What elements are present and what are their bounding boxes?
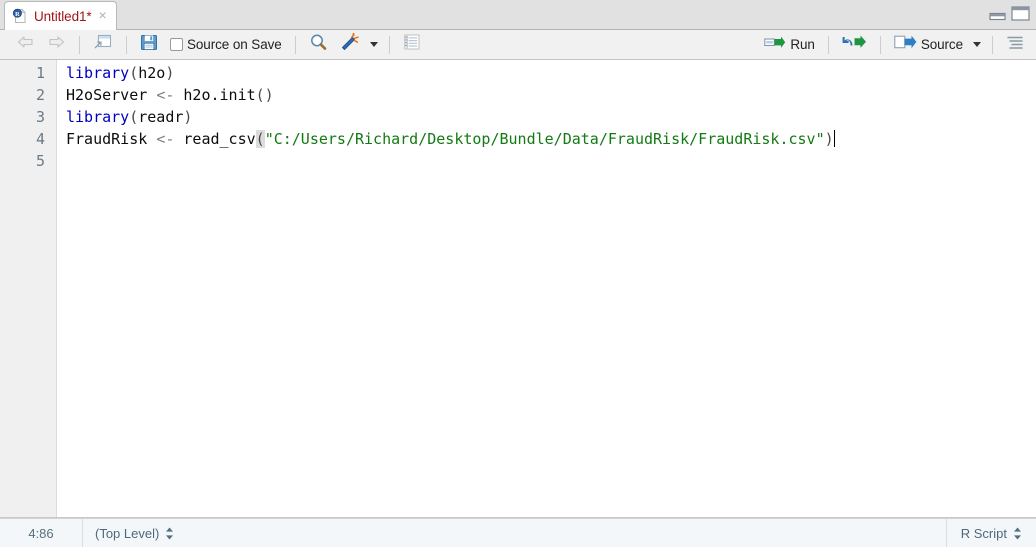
code-token: read_csv (174, 130, 256, 148)
line-number: 3 (35, 108, 45, 126)
code-token: readr (138, 108, 184, 126)
code-line: library(h2o) (66, 62, 1036, 84)
code-text-area[interactable]: library(h2o) H2oServer <- h2o.init() libra… (57, 60, 1036, 517)
code-tools-button[interactable] (334, 32, 366, 57)
back-button[interactable] (10, 33, 41, 57)
code-token: h2o.init (174, 86, 256, 104)
line-number: 1 (35, 64, 45, 82)
code-token: ( (129, 64, 139, 82)
run-button[interactable]: Run (758, 33, 820, 57)
compile-report-button[interactable] (397, 33, 427, 57)
find-replace-button[interactable] (303, 33, 334, 57)
forward-arrow-icon (47, 34, 66, 55)
r-script-file-icon: R (12, 8, 28, 24)
show-in-new-window-icon (93, 33, 113, 56)
toolbar-divider (126, 35, 127, 54)
code-tools-dropdown-caret[interactable] (369, 42, 378, 47)
source-arrow-icon (894, 34, 917, 55)
magic-wand-icon (340, 32, 360, 57)
rstudio-source-pane: R Untitled1* × Source on Save Run Source… (0, 0, 1036, 547)
code-token: h2o (138, 64, 166, 82)
editor-tab-title: Untitled1* (34, 8, 92, 24)
editor-tab-bar: R Untitled1* × (0, 0, 1036, 30)
document-type-selector[interactable]: R Script (945, 518, 1036, 547)
code-token: "C:/Users/Richard/Desktop/Bundle/Data/Fr… (264, 130, 825, 148)
line-number: 5 (35, 152, 45, 170)
code-line: H2oServer <- h2o.init() (66, 84, 1036, 106)
save-floppy-icon (140, 33, 158, 56)
compile-notebook-icon (403, 33, 421, 56)
minimize-pane-icon[interactable] (989, 7, 1006, 26)
run-label: Run (790, 37, 815, 52)
search-magnifier-icon (309, 33, 328, 57)
scope-selector[interactable]: (Top Level) (83, 519, 184, 547)
show-in-new-window-button[interactable] (87, 33, 119, 57)
source-dropdown-caret[interactable] (973, 42, 981, 47)
run-arrow-icon (764, 35, 786, 55)
code-token: ) (165, 64, 175, 82)
save-button[interactable] (134, 33, 164, 57)
toolbar-divider (79, 35, 80, 54)
toolbar-divider (992, 35, 993, 54)
cursor-position: 4:86 (0, 518, 83, 547)
rerun-button[interactable] (836, 33, 873, 57)
toolbar-divider (388, 35, 390, 54)
code-token: ( (255, 130, 265, 148)
rerun-loop-icon (842, 34, 867, 55)
toolbar-divider (879, 35, 881, 54)
document-type-label: R Script (960, 525, 1007, 541)
toolbar-divider (294, 35, 296, 54)
code-token: library (66, 108, 130, 126)
code-token: <- (156, 130, 175, 148)
code-token: ) (824, 130, 834, 148)
source-button[interactable]: Source (888, 33, 969, 57)
code-token: FraudRisk (66, 130, 157, 148)
forward-button[interactable] (41, 33, 72, 57)
source-on-save-toggle[interactable]: Source on Save (164, 33, 288, 57)
text-cursor (833, 130, 835, 147)
source-label: Source (920, 37, 963, 52)
code-token: <- (156, 86, 175, 104)
code-line: library(readr) (66, 106, 1036, 128)
code-token: H2oServer (66, 86, 157, 104)
line-number-gutter: 1 2 3 4 5 (0, 60, 57, 517)
code-token: () (255, 86, 274, 104)
document-outline-button[interactable] (1000, 33, 1030, 57)
code-token: ) (183, 108, 193, 126)
code-token: library (66, 64, 130, 82)
source-on-save-checkbox[interactable] (170, 38, 183, 51)
code-token: ( (129, 108, 139, 126)
source-on-save-label: Source on Save (187, 37, 282, 52)
back-arrow-icon (16, 34, 35, 55)
editor-status-bar: 4:86 (Top Level) R Script (0, 518, 1036, 547)
document-outline-icon (1006, 34, 1024, 55)
editor-tab-untitled1[interactable]: R Untitled1* × (4, 1, 117, 30)
chevron-updown-icon (1013, 527, 1022, 540)
code-line: FraudRisk <- read_csv("C:/Users/Richard/… (66, 128, 1036, 150)
toolbar-divider (827, 35, 829, 54)
editor-toolbar: Source on Save Run Source (0, 30, 1036, 60)
svg-text:R: R (15, 11, 20, 18)
code-editor[interactable]: 1 2 3 4 5 library(h2o) H2oServer <- h2o.i… (0, 60, 1036, 518)
line-number: 2 (35, 86, 45, 104)
pane-window-controls (989, 6, 1030, 26)
close-icon[interactable]: × (98, 8, 108, 24)
scope-label: (Top Level) (95, 525, 160, 541)
maximize-pane-icon[interactable] (1011, 6, 1030, 26)
line-number: 4 (35, 130, 45, 148)
chevron-updown-icon (165, 527, 174, 540)
